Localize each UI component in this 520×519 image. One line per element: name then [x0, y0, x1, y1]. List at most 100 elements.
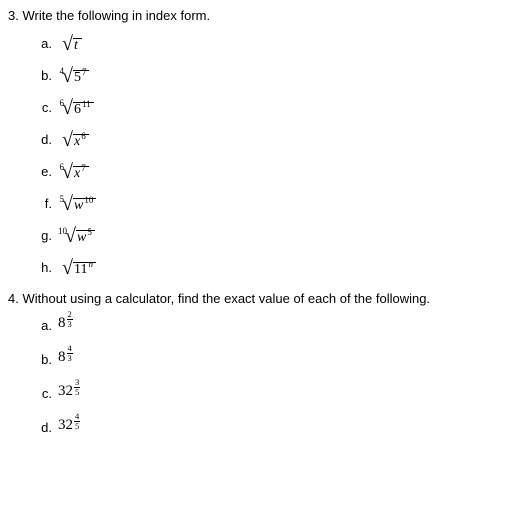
root: 4 √ 5 7 — [58, 65, 89, 85]
radical-icon: √ — [62, 258, 73, 278]
power-base: 8 — [58, 316, 66, 331]
fraction-exponent: 4 3 — [67, 344, 73, 362]
expression: √ x 6 — [58, 129, 89, 149]
root: 6 √ 6 11 — [58, 97, 94, 117]
exp-denominator: 5 — [74, 421, 80, 431]
fraction-exponent: 4 5 — [74, 412, 80, 430]
radicand: w 10 — [73, 198, 96, 213]
radical-icon: √ — [62, 162, 73, 182]
radicand-base: w — [74, 199, 83, 213]
q3-item-e: e. 6 √ x 7 — [38, 161, 512, 181]
q3-item-b: b. 4 √ 5 7 — [38, 65, 512, 85]
radicand-base: 11 — [74, 263, 87, 277]
radicand: 11 n — [73, 262, 96, 277]
radical-icon: √ — [62, 130, 73, 150]
question-4-items: a. 8 2 3 b. 8 4 3 c. 32 — [8, 316, 512, 436]
exp-numerator: 4 — [67, 344, 73, 353]
exp-numerator: 4 — [74, 412, 80, 421]
radicand-exp: 11 — [82, 100, 91, 109]
question-3-items: a. √ t b. 4 √ 5 — [8, 33, 512, 277]
power-base: 8 — [58, 350, 66, 365]
item-label: d. — [38, 421, 52, 434]
radicand: w 5 — [76, 230, 95, 245]
q3-item-h: h. √ 11 n — [38, 257, 512, 277]
expression: 6 √ x 7 — [58, 161, 89, 181]
expression: 32 3 5 — [58, 384, 80, 402]
expression: 5 √ w 10 — [58, 193, 96, 213]
expression: 8 4 3 — [58, 350, 73, 368]
q4-item-d: d. 32 4 5 — [38, 418, 512, 436]
radicand: x 7 — [73, 166, 89, 181]
power-base: 32 — [58, 418, 73, 433]
question-4-number: 4. — [8, 291, 19, 306]
expression: √ 11 n — [58, 257, 96, 277]
root: 10 √ w 5 — [58, 225, 95, 245]
radical-icon: √ — [62, 66, 73, 86]
radicand-base: t — [74, 39, 78, 53]
exp-denominator: 3 — [67, 353, 73, 363]
item-label: e. — [38, 165, 52, 178]
radicand-base: x — [74, 135, 80, 149]
exp-numerator: 3 — [74, 378, 80, 387]
exp-denominator: 5 — [74, 387, 80, 397]
radicand-base: 6 — [74, 103, 81, 117]
item-label: h. — [38, 261, 52, 274]
q4-item-b: b. 8 4 3 — [38, 350, 512, 368]
expression: 4 √ 5 7 — [58, 65, 89, 85]
expression: 10 √ w 5 — [58, 225, 95, 245]
question-4-prompt: 4. Without using a calculator, find the … — [8, 291, 512, 306]
root: √ x 6 — [58, 129, 89, 149]
item-label: a. — [38, 37, 52, 50]
radicand-base: w — [77, 231, 86, 245]
expression: √ t — [58, 33, 82, 53]
radicand-exp: 6 — [81, 132, 86, 141]
radicand-exp: 7 — [81, 164, 86, 173]
q4-item-c: c. 32 3 5 — [38, 384, 512, 402]
question-3-number: 3. — [8, 8, 19, 23]
radicand-exp: 10 — [84, 196, 93, 205]
q3-item-c: c. 6 √ 6 11 — [38, 97, 512, 117]
radicand-exp: n — [88, 260, 93, 269]
radical-icon: √ — [62, 98, 73, 118]
item-label: c. — [38, 387, 52, 400]
expression: 6 √ 6 11 — [58, 97, 94, 117]
expression: 8 2 3 — [58, 316, 73, 334]
radicand: 5 7 — [73, 70, 90, 85]
expression: 32 4 5 — [58, 418, 80, 436]
fraction-exponent: 2 3 — [67, 310, 73, 328]
radical-icon: √ — [62, 194, 73, 214]
q3-item-g: g. 10 √ w 5 — [38, 225, 512, 245]
q4-item-a: a. 8 2 3 — [38, 316, 512, 334]
fraction-exponent: 3 5 — [74, 378, 80, 396]
item-label: a. — [38, 319, 52, 332]
question-4: 4. Without using a calculator, find the … — [8, 291, 512, 436]
radicand-base: x — [74, 167, 80, 181]
radicand: x 6 — [73, 134, 89, 149]
q3-item-d: d. √ x 6 — [38, 129, 512, 149]
item-label: d. — [38, 133, 52, 146]
item-label: b. — [38, 353, 52, 366]
item-label: c. — [38, 101, 52, 114]
q3-item-a: a. √ t — [38, 33, 512, 53]
radicand-exp: 7 — [82, 68, 87, 77]
radical-icon: √ — [65, 226, 76, 246]
q3-item-f: f. 5 √ w 10 — [38, 193, 512, 213]
item-label: g. — [38, 229, 52, 242]
root: √ t — [58, 33, 82, 53]
item-label: b. — [38, 69, 52, 82]
question-3: 3. Write the following in index form. a.… — [8, 8, 512, 277]
question-4-text: Without using a calculator, find the exa… — [22, 291, 430, 306]
question-3-text: Write the following in index form. — [22, 8, 210, 23]
power-base: 32 — [58, 384, 73, 399]
radicand-base: 5 — [74, 71, 81, 85]
exp-numerator: 2 — [67, 310, 73, 319]
item-label: f. — [38, 197, 52, 210]
radicand: t — [73, 38, 82, 53]
question-3-prompt: 3. Write the following in index form. — [8, 8, 512, 23]
radicand-exp: 5 — [87, 228, 92, 237]
root: 6 √ x 7 — [58, 161, 89, 181]
radicand: 6 11 — [73, 102, 94, 117]
root: 5 √ w 10 — [58, 193, 96, 213]
radical-icon: √ — [62, 34, 73, 54]
exp-denominator: 3 — [67, 319, 73, 329]
